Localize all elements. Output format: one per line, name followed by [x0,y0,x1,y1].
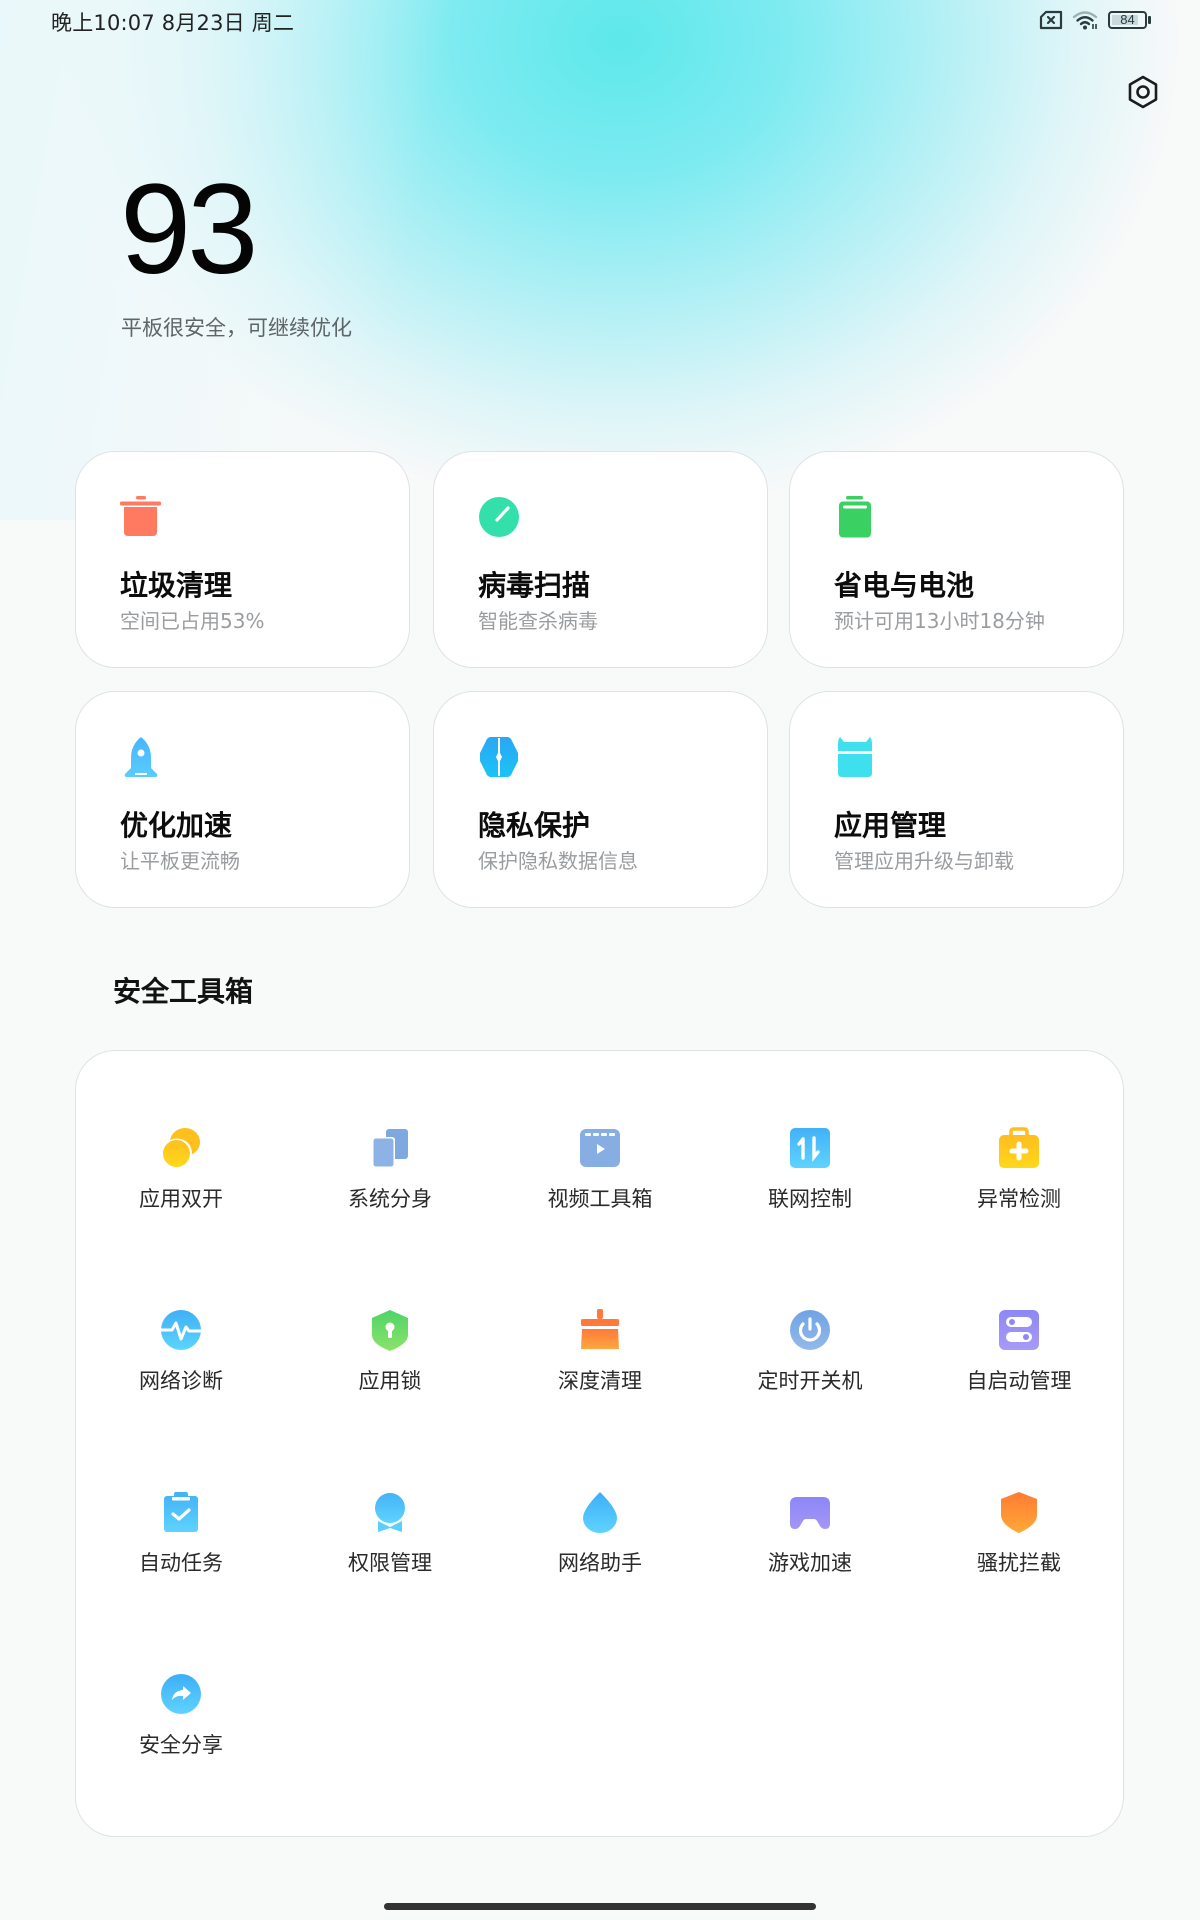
card-title: 优化加速 [120,809,233,842]
tool-data-usage[interactable]: 联网控制 [720,1127,900,1247]
tool-permissions[interactable]: 权限管理 [300,1491,480,1611]
tool-second-space[interactable]: 系统分身 [300,1127,480,1247]
security-score: 93 [120,158,258,301]
battery-level: 84 [1120,12,1135,27]
tool-secure-share[interactable]: 安全分享 [91,1673,271,1793]
second-space-icon [372,1129,408,1168]
gamepad-icon [790,1497,830,1529]
deep-clean-brush-icon [581,1309,619,1349]
clipboard-check-icon [164,1492,198,1532]
card-app-manager[interactable]: 应用管理 管理应用升级与卸载 [789,691,1124,908]
tool-label: 安全分享 [139,1733,223,1757]
tool-label: 定时开关机 [757,1369,863,1393]
sim-missing-icon [1039,10,1063,30]
tool-label: 自启动管理 [966,1369,1072,1393]
card-cleaner[interactable]: 垃圾清理 空间已占用53% [75,451,410,668]
card-virus-scan[interactable]: 病毒扫描 智能查杀病毒 [433,451,768,668]
card-title: 隐私保护 [478,809,591,842]
status-icons: 84 [1038,9,1152,31]
home-indicator[interactable] [384,1903,816,1910]
tool-label: 游戏加速 [768,1551,852,1575]
dual-apps-icon [162,1128,200,1168]
tool-game-turbo[interactable]: 游戏加速 [720,1491,900,1611]
block-shield-icon [1001,1492,1037,1533]
data-usage-icon [790,1128,830,1168]
network-diagnostics-icon [160,1310,202,1350]
security-status-text: 平板很安全，可继续优化 [121,316,352,340]
tool-scheduled-power[interactable]: 定时开关机 [720,1309,900,1429]
card-title: 应用管理 [834,809,947,842]
battery-icon: 84 [1108,10,1152,30]
app-lock-icon [372,1310,408,1351]
wifi-icon [1072,11,1098,30]
tool-autostart[interactable]: 自启动管理 [929,1309,1109,1429]
tool-label: 应用双开 [139,1187,223,1211]
tool-label: 权限管理 [348,1551,432,1575]
tool-label: 网络助手 [558,1551,642,1575]
tool-label: 异常检测 [977,1187,1061,1211]
first-aid-kit-icon [999,1127,1039,1168]
share-arrow-icon [161,1674,201,1714]
tool-app-lock[interactable]: 应用锁 [300,1309,480,1429]
permissions-icon [374,1492,406,1532]
tool-network-assistant[interactable]: 网络助手 [510,1491,690,1611]
battery-tip [1148,16,1151,24]
settings-button[interactable] [1124,73,1162,111]
virus-scan-icon [479,497,519,537]
card-battery[interactable]: 省电与电池 预计可用13小时18分钟 [789,451,1124,668]
tool-network-diagnostics[interactable]: 网络诊断 [91,1309,271,1429]
toolbox-section-title: 安全工具箱 [113,975,254,1008]
card-subtitle: 保护隐私数据信息 [478,849,638,873]
status-bar: 晚上10:07 8月23日 周二 84 [0,0,1200,44]
battery-icon [839,496,871,538]
tool-label: 骚扰拦截 [977,1551,1061,1575]
rocket-icon [124,737,158,777]
tool-auto-tasks[interactable]: 自动任务 [91,1491,271,1611]
tool-label: 自动任务 [139,1551,223,1575]
tool-anomaly-detection[interactable]: 异常检测 [929,1127,1109,1247]
tool-label: 视频工具箱 [547,1187,653,1211]
android-app-icon [838,737,872,777]
tool-label: 联网控制 [768,1187,852,1211]
settings-hexagon-icon [1128,75,1158,109]
trash-can-icon [120,496,161,536]
video-toolbox-icon [580,1129,620,1167]
tool-block-spam[interactable]: 骚扰拦截 [929,1491,1109,1611]
card-subtitle: 预计可用13小时18分钟 [834,609,1045,633]
toolbox-panel: 应用双开 系统分身 视频工具箱 联网控制 异常检测 网络诊断 应用锁 深度清理 … [75,1050,1124,1837]
tool-label: 系统分身 [348,1187,432,1211]
card-title: 病毒扫描 [478,569,591,602]
power-schedule-icon [790,1310,830,1350]
tool-label: 深度清理 [558,1369,642,1393]
tool-dual-apps[interactable]: 应用双开 [91,1127,271,1247]
card-subtitle: 空间已占用53% [120,609,265,633]
tool-label: 应用锁 [358,1369,422,1393]
card-subtitle: 智能查杀病毒 [478,609,598,633]
tool-video-toolbox[interactable]: 视频工具箱 [510,1127,690,1247]
card-title: 省电与电池 [834,569,975,602]
card-privacy[interactable]: 隐私保护 保护隐私数据信息 [433,691,768,908]
autostart-toggle-icon [999,1310,1039,1350]
card-title: 垃圾清理 [120,569,233,602]
status-time: 晚上10:07 8月23日 周二 [51,11,295,35]
card-boost[interactable]: 优化加速 让平板更流畅 [75,691,410,908]
card-subtitle: 让平板更流畅 [120,849,240,873]
water-drop-icon [583,1492,617,1533]
privacy-shield-icon [480,737,518,777]
tool-deep-clean[interactable]: 深度清理 [510,1309,690,1429]
card-subtitle: 管理应用升级与卸载 [834,849,1014,873]
tool-label: 网络诊断 [139,1369,223,1393]
